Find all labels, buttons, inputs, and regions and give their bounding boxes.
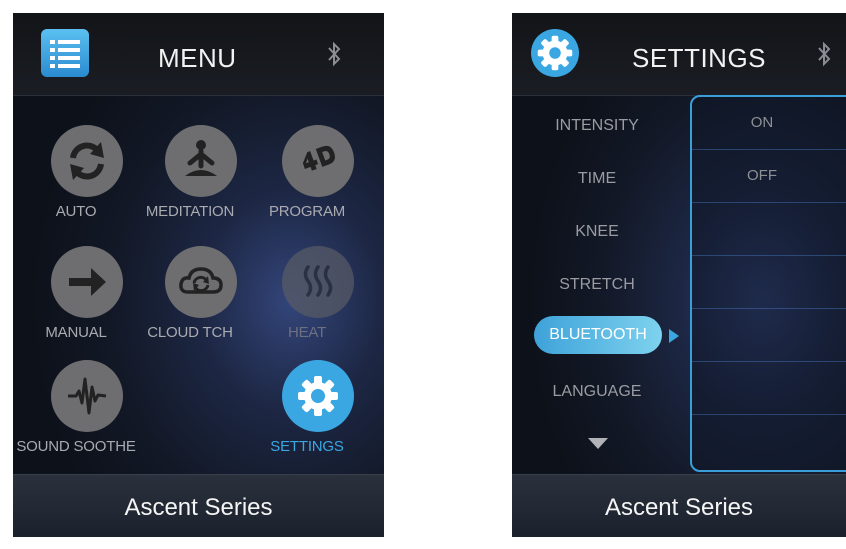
4d-program-icon: [282, 125, 354, 197]
meditation-icon: [165, 125, 237, 197]
tile-label: HEAT: [287, 324, 327, 341]
bluetooth-icon: [328, 41, 341, 67]
footer-label: Ascent Series: [604, 494, 754, 521]
option-label: OFF: [747, 167, 777, 184]
settings-item-time[interactable]: TIME: [512, 170, 682, 188]
option-empty: [692, 203, 846, 256]
settings-item-stretch[interactable]: STRETCH: [512, 276, 682, 294]
soundwave-icon: [51, 360, 123, 432]
option-off[interactable]: OFF: [692, 150, 846, 203]
footer: Ascent Series: [512, 474, 846, 537]
tile-label: SETTINGS: [270, 438, 344, 455]
auto-refresh-icon: [51, 125, 123, 197]
option-label: ON: [750, 114, 774, 131]
tile-manual[interactable]: MANUAL: [16, 246, 136, 356]
tile-program[interactable]: PROGRAM: [247, 125, 367, 235]
option-empty: [692, 309, 846, 362]
gear-icon: [282, 360, 354, 432]
option-on[interactable]: ON: [692, 97, 846, 150]
menu-header: MENU: [13, 13, 384, 96]
page-title: SETTINGS: [632, 43, 767, 73]
arrow-right-icon: [51, 246, 123, 318]
settings-item-language[interactable]: LANGUAGE: [512, 383, 682, 401]
footer: Ascent Series: [13, 474, 384, 537]
settings-header: SETTINGS: [512, 13, 846, 96]
options-panel: ON OFF: [690, 95, 846, 472]
selected-arrow-icon: [669, 329, 679, 343]
tile-cloud-tch[interactable]: CLOUD TCH: [130, 246, 250, 356]
tile-sound-soothe[interactable]: SOUND SOOTHE: [16, 360, 136, 470]
settings-item-intensity[interactable]: INTENSITY: [512, 117, 682, 135]
tile-meditation[interactable]: MEDITATION: [130, 125, 250, 235]
option-empty: [692, 362, 846, 415]
tile-settings[interactable]: SETTINGS: [247, 360, 367, 470]
option-empty: [692, 256, 846, 309]
settings-item-knee[interactable]: KNEE: [512, 223, 682, 241]
tile-heat[interactable]: HEAT: [247, 246, 367, 356]
footer-label: Ascent Series: [124, 494, 273, 521]
bluetooth-icon: [818, 41, 831, 67]
tile-label: SOUND SOOTHE: [16, 438, 136, 455]
page-title: MENU: [158, 43, 237, 73]
tile-label: PROGRAM: [268, 203, 346, 220]
settings-screen: SETTINGS INTENSITY TIME KNEE STRETCH BLU…: [512, 13, 846, 537]
menu-list-icon[interactable]: [41, 29, 89, 77]
tile-auto[interactable]: AUTO: [16, 125, 136, 235]
gear-icon[interactable]: [531, 29, 579, 77]
cloud-sync-icon: [165, 246, 237, 318]
heat-icon: [282, 246, 354, 318]
menu-screen: MENU AUTO MEDITATION PROGRAM MANUAL CLOU: [13, 13, 384, 537]
settings-item-bluetooth[interactable]: BLUETOOTH: [534, 316, 662, 354]
scroll-down-icon[interactable]: [588, 438, 608, 449]
